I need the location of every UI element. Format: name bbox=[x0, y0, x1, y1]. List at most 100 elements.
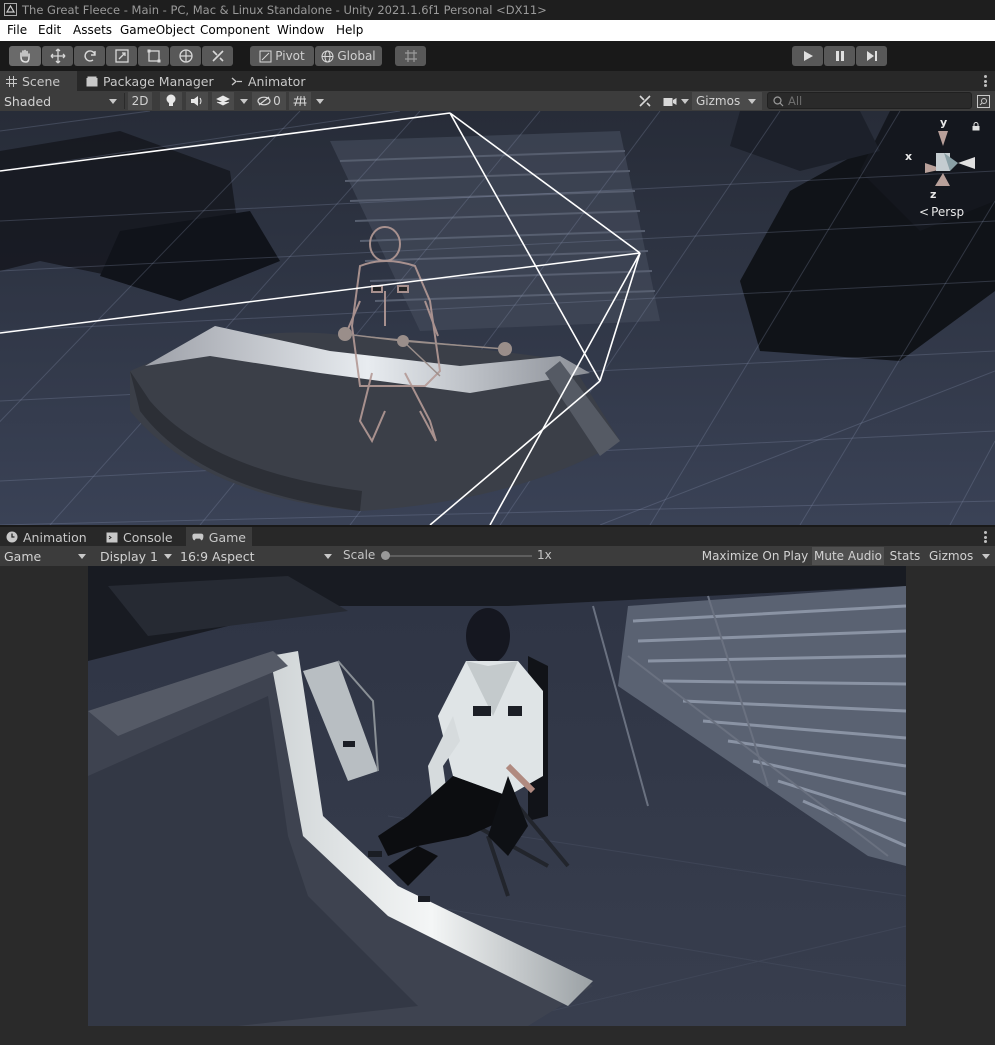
layers-icon bbox=[216, 95, 230, 106]
tab-game[interactable]: Game bbox=[186, 527, 252, 547]
transform-tool-button[interactable] bbox=[170, 46, 201, 66]
hidden-objects-toggle[interactable]: 0 bbox=[252, 92, 286, 110]
search-options-icon bbox=[976, 94, 990, 108]
custom-tool-button[interactable] bbox=[202, 46, 233, 66]
tab-package-manager[interactable]: Package Manager bbox=[80, 71, 220, 91]
speaker-icon bbox=[191, 96, 202, 106]
scene-view-viewport[interactable]: y x z < Persp bbox=[0, 111, 995, 525]
chevron-down-icon bbox=[164, 554, 172, 559]
tools-icon bbox=[211, 50, 224, 62]
camera-settings-button[interactable] bbox=[660, 92, 680, 110]
tools-icon bbox=[639, 95, 651, 107]
move-tool-button[interactable] bbox=[42, 46, 73, 66]
pivot-label: Pivot bbox=[275, 49, 305, 63]
search-options-button[interactable] bbox=[975, 92, 991, 110]
game-view-viewport[interactable] bbox=[88, 566, 906, 1026]
grid-icon bbox=[6, 75, 17, 87]
menu-window[interactable]: Window bbox=[277, 23, 324, 37]
menu-help[interactable]: Help bbox=[336, 23, 363, 37]
tab-console[interactable]: Console bbox=[100, 527, 180, 547]
2d-toggle[interactable]: 2D bbox=[128, 92, 152, 110]
title-bar: The Great Fleece - Main - PC, Mac & Linu… bbox=[0, 0, 995, 20]
scale-slider-thumb[interactable] bbox=[381, 551, 390, 560]
gizmo-z-label: z bbox=[930, 188, 937, 201]
menu-assets[interactable]: Assets bbox=[73, 23, 112, 37]
scene-gizmos-dropdown[interactable]: Gizmos bbox=[692, 92, 762, 110]
grid-snap-icon bbox=[404, 50, 417, 62]
clock-icon bbox=[6, 531, 18, 543]
menu-edit[interactable]: Edit bbox=[38, 23, 61, 37]
play-button[interactable] bbox=[792, 46, 823, 66]
gizmo-x-label: x bbox=[905, 150, 913, 163]
tools-toggle[interactable] bbox=[634, 92, 656, 110]
pivot-icon bbox=[259, 50, 272, 62]
hand-icon bbox=[20, 49, 30, 63]
console-icon bbox=[106, 532, 118, 542]
rotate-tool-button[interactable] bbox=[74, 46, 105, 66]
projection-toggle[interactable]: < Persp bbox=[919, 205, 964, 219]
2d-label: 2D bbox=[131, 94, 149, 108]
scene-panel-menu-icon[interactable] bbox=[984, 75, 987, 87]
window-title: The Great Fleece - Main - PC, Mac & Linu… bbox=[22, 3, 547, 17]
game-view-mode-dropdown[interactable]: Game bbox=[4, 546, 90, 566]
display-dropdown[interactable]: Display 1 bbox=[100, 546, 176, 566]
game-toolbar: Game Display 1 16:9 Aspect Scale 1x Maxi… bbox=[0, 546, 995, 566]
shading-mode-dropdown[interactable]: Shaded bbox=[4, 91, 122, 111]
game-panel-menu-icon[interactable] bbox=[984, 531, 987, 543]
game-view-mode-value: Game bbox=[4, 548, 42, 564]
menu-bar: File Edit Assets GameObject Component Wi… bbox=[0, 20, 995, 41]
tab-package-manager-label: Package Manager bbox=[103, 73, 214, 89]
tab-animator-label: Animator bbox=[248, 73, 306, 89]
scale-tool-button[interactable] bbox=[106, 46, 137, 66]
game-gizmos-dropdown[interactable]: Gizmos bbox=[926, 547, 992, 565]
stats-toggle[interactable]: Stats bbox=[887, 547, 923, 565]
effects-toggle[interactable] bbox=[212, 92, 234, 110]
display-value: Display 1 bbox=[100, 548, 159, 564]
audio-toggle[interactable] bbox=[186, 92, 208, 110]
gizmo-y-label: y bbox=[940, 116, 948, 129]
pivot-toggle[interactable]: Pivot bbox=[250, 46, 314, 66]
scale-label: Scale bbox=[343, 548, 376, 562]
camera-chevron-down-icon[interactable] bbox=[681, 99, 689, 104]
hand-tool-button[interactable] bbox=[9, 46, 41, 66]
grid-icon bbox=[293, 95, 307, 107]
menu-file[interactable]: File bbox=[7, 23, 27, 37]
aspect-dropdown[interactable]: 16:9 Aspect bbox=[180, 546, 335, 566]
tab-game-label: Game bbox=[208, 529, 246, 545]
menu-gameobject[interactable]: GameObject bbox=[120, 23, 195, 37]
grid-snap-button[interactable] bbox=[395, 46, 426, 66]
scene-search-placeholder: All bbox=[788, 94, 803, 108]
mute-audio-toggle[interactable]: Mute Audio bbox=[812, 547, 884, 565]
projection-arrow-icon: < bbox=[919, 205, 930, 219]
game-tab-bar: Animation Console Game bbox=[0, 527, 995, 547]
package-icon bbox=[86, 76, 98, 86]
global-toggle[interactable]: Global bbox=[315, 46, 382, 66]
scene-search-input[interactable]: All bbox=[767, 92, 972, 109]
animator-icon bbox=[231, 77, 242, 85]
lighting-toggle[interactable] bbox=[160, 92, 182, 110]
pause-icon bbox=[835, 51, 844, 61]
tab-scene[interactable]: Scene bbox=[0, 71, 77, 91]
game-gizmos-label: Gizmos bbox=[929, 549, 974, 563]
rect-tool-button[interactable] bbox=[138, 46, 169, 66]
maximize-on-play-toggle[interactable]: Maximize On Play bbox=[701, 547, 809, 565]
scene-tab-bar: Scene Package Manager Animator bbox=[0, 71, 995, 91]
tab-animation[interactable]: Animation bbox=[0, 527, 112, 547]
grid-toggle[interactable] bbox=[289, 92, 311, 110]
play-icon bbox=[803, 51, 813, 61]
mute-audio-label: Mute Audio bbox=[814, 549, 882, 563]
pause-button[interactable] bbox=[824, 46, 855, 66]
chevron-down-icon bbox=[324, 554, 332, 559]
scene-toolbar: Shaded 2D 0 Gizmos All bbox=[0, 91, 995, 111]
tab-animator[interactable]: Animator bbox=[225, 71, 325, 91]
effects-chevron-down-icon[interactable] bbox=[240, 99, 248, 104]
chevron-down-icon bbox=[748, 99, 756, 104]
chevron-down-icon bbox=[78, 554, 86, 559]
projection-label: Persp bbox=[931, 205, 965, 219]
lock-icon[interactable] bbox=[972, 122, 980, 131]
rotate-icon bbox=[83, 50, 96, 62]
step-button[interactable] bbox=[856, 46, 887, 66]
menu-component[interactable]: Component bbox=[200, 23, 270, 37]
grid-chevron-down-icon[interactable] bbox=[316, 99, 324, 104]
scale-slider-track[interactable] bbox=[384, 555, 532, 557]
